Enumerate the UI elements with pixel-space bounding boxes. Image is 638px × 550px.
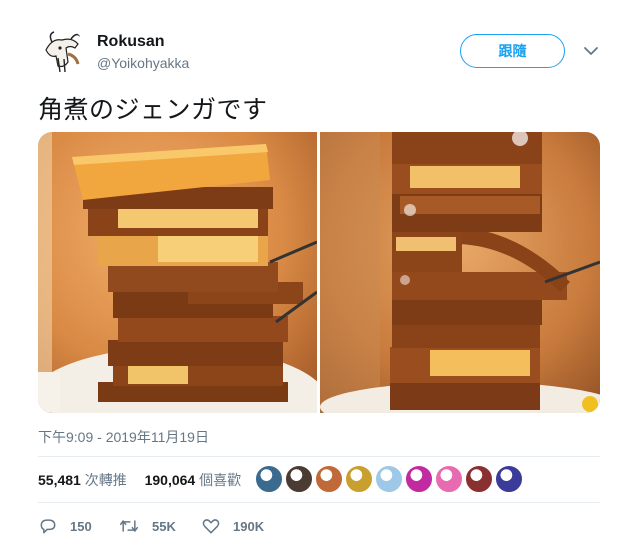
liker-avatars <box>255 465 525 493</box>
liker-avatar[interactable] <box>495 465 523 493</box>
follow-button[interactable]: 跟隨 <box>460 34 565 68</box>
reply-button[interactable]: 150 <box>38 514 92 538</box>
liker-avatar[interactable] <box>345 465 373 493</box>
liker-avatar[interactable] <box>315 465 343 493</box>
like-button[interactable]: 190K <box>201 514 264 538</box>
retweet-icon <box>119 520 139 532</box>
display-name[interactable]: Rokusan <box>97 33 165 51</box>
divider <box>38 456 600 457</box>
liker-avatar[interactable] <box>285 465 313 493</box>
retweets-stat[interactable]: 55,481 次轉推 <box>38 472 127 488</box>
liker-avatar[interactable] <box>435 465 463 493</box>
caret-down-icon[interactable] <box>582 42 600 60</box>
tweet-timestamp[interactable]: 下午9:09 - 2019年11月19日 <box>38 427 209 447</box>
tweet-card: Rokusan @Yoikohyakka 跟隨 角煮のジェンガです 下午9:09… <box>0 0 638 550</box>
like-count: 190K <box>233 518 265 534</box>
reply-count: 150 <box>70 518 92 534</box>
photo-right[interactable] <box>320 132 600 413</box>
goat-avatar-illustration <box>38 28 86 76</box>
likes-label: 個喜歡 <box>199 472 242 488</box>
retweet-button[interactable]: 55K <box>118 514 176 538</box>
engagement-stats: 55,481 次轉推 190,064 個喜歡 <box>38 470 255 490</box>
retweets-count: 55,481 <box>38 472 81 488</box>
photo-left[interactable] <box>38 132 317 413</box>
liker-avatar[interactable] <box>405 465 433 493</box>
retweets-label: 次轉推 <box>84 472 127 488</box>
liker-avatar[interactable] <box>375 465 403 493</box>
avatar[interactable] <box>38 28 86 76</box>
liker-avatar[interactable] <box>465 465 493 493</box>
reply-icon <box>40 519 56 534</box>
liker-avatar[interactable] <box>255 465 283 493</box>
user-handle[interactable]: @Yoikohyakka <box>97 55 189 71</box>
tweet-text: 角煮のジェンガです <box>38 96 268 124</box>
media-gallery <box>38 132 600 413</box>
likes-stat[interactable]: 190,064 個喜歡 <box>145 472 242 488</box>
retweet-count: 55K <box>152 518 176 534</box>
divider <box>38 502 600 503</box>
heart-icon <box>202 519 220 534</box>
likes-count: 190,064 <box>144 472 196 488</box>
